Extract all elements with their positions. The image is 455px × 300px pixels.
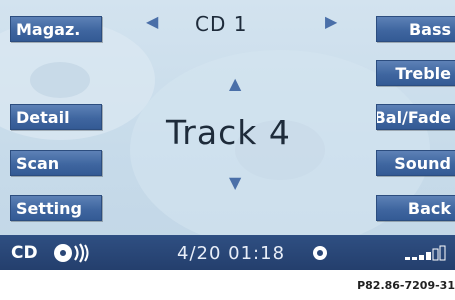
audio-screen: ◀ CD 1 ▶ Magaz. Detail Scan Setting Bass… <box>0 0 455 270</box>
track-position-time: 4/20 01:18 <box>177 243 286 264</box>
setting-button-label: Setting <box>16 199 82 218</box>
status-source: CD <box>11 243 38 263</box>
treble-button-label: Treble <box>395 64 451 83</box>
detail-button-label: Detail <box>16 108 70 127</box>
balance-fader-button[interactable]: Bal/Fade <box>376 104 455 130</box>
back-button[interactable]: Back <box>376 195 455 221</box>
back-button-label: Back <box>407 199 451 218</box>
magazine-button-label: Magaz. <box>16 20 81 39</box>
sound-button-label: Sound <box>394 154 451 173</box>
detail-button[interactable]: Detail <box>10 104 102 130</box>
record-dot-icon <box>313 246 327 260</box>
cd-disc-icon <box>54 243 89 263</box>
down-triangle-icon[interactable]: ▼ <box>229 175 241 191</box>
sound-button[interactable]: Sound <box>376 150 455 176</box>
right-triangle-icon[interactable]: ▶ <box>325 14 337 30</box>
status-bar: CD 4/20 01:18 <box>0 235 455 270</box>
bass-button-label: Bass <box>408 20 451 39</box>
figure-caption: P82.86-7209-31 <box>357 279 455 292</box>
setting-button[interactable]: Setting <box>10 195 102 221</box>
scan-button[interactable]: Scan <box>10 150 102 176</box>
cd-title: CD 1 <box>195 12 248 36</box>
track-label: Track 4 <box>166 113 291 152</box>
magazine-button[interactable]: Magaz. <box>10 16 102 42</box>
scan-button-label: Scan <box>16 154 60 173</box>
up-triangle-icon[interactable]: ▲ <box>229 76 241 92</box>
left-triangle-icon[interactable]: ◀ <box>146 14 158 30</box>
treble-button[interactable]: Treble <box>376 60 455 86</box>
bass-button[interactable]: Bass <box>376 16 455 42</box>
signal-bars-icon <box>405 245 446 261</box>
balance-fader-button-label: Bal/Fade <box>376 108 451 127</box>
